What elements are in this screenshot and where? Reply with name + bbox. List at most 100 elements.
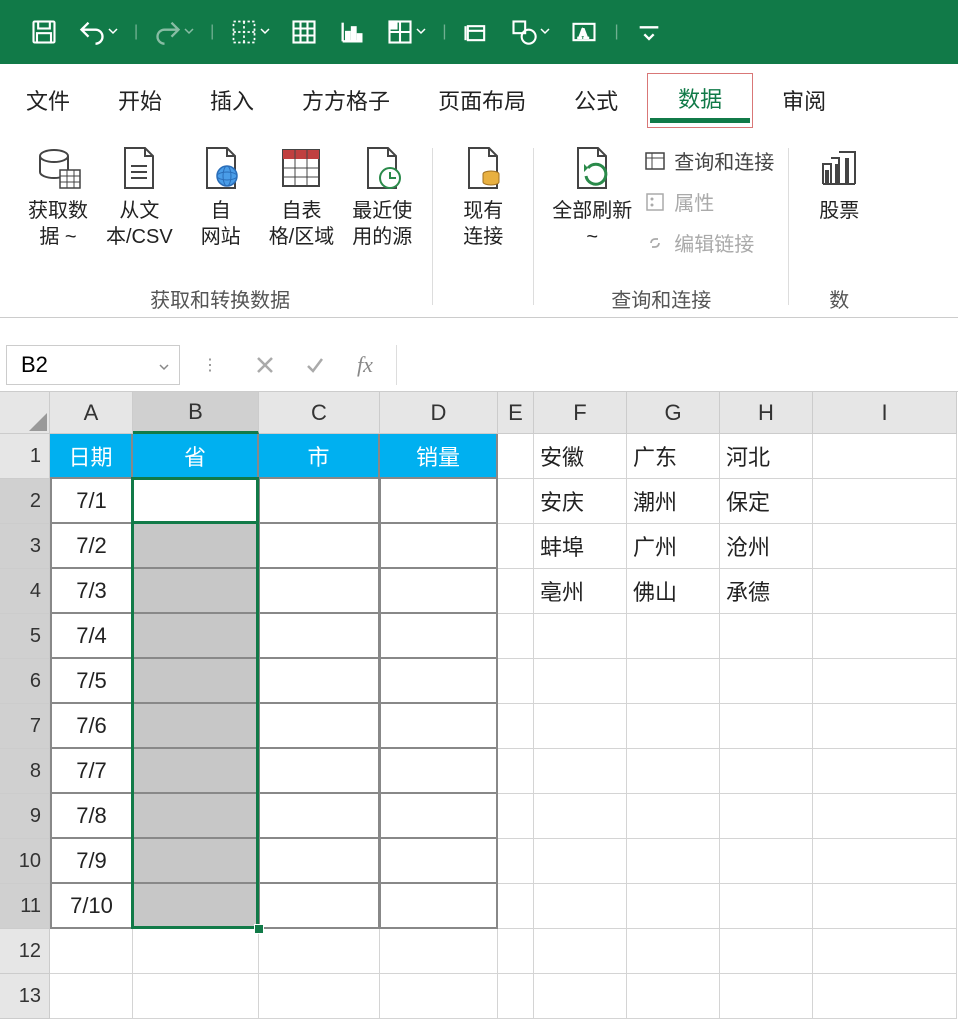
row-header-3[interactable]: 3 bbox=[0, 524, 50, 569]
cell-G8[interactable] bbox=[627, 749, 720, 794]
row-header-1[interactable]: 1 bbox=[0, 434, 50, 479]
redo-button[interactable] bbox=[148, 12, 200, 52]
cell-F1[interactable]: 安徽 bbox=[534, 434, 627, 479]
cell-H9[interactable] bbox=[720, 794, 813, 839]
cell-A11[interactable]: 7/10 bbox=[50, 884, 133, 929]
cell-G9[interactable] bbox=[627, 794, 720, 839]
cell-F12[interactable] bbox=[534, 929, 627, 974]
cell-H7[interactable] bbox=[720, 704, 813, 749]
cell-C11[interactable] bbox=[259, 884, 380, 929]
col-header-E[interactable]: E bbox=[498, 392, 534, 434]
cell-E2[interactable] bbox=[498, 479, 534, 524]
cell-B4[interactable] bbox=[133, 569, 259, 614]
tab-insert[interactable]: 插入 bbox=[206, 74, 258, 128]
cell-H12[interactable] bbox=[720, 929, 813, 974]
cell-C3[interactable] bbox=[259, 524, 380, 569]
cell-D4[interactable] bbox=[380, 569, 498, 614]
row-header-11[interactable]: 11 bbox=[0, 884, 50, 929]
cell-F3[interactable]: 蚌埠 bbox=[534, 524, 627, 569]
cell-H10[interactable] bbox=[720, 839, 813, 884]
cell-G6[interactable] bbox=[627, 659, 720, 704]
cell-A13[interactable] bbox=[50, 974, 133, 1019]
cell-A3[interactable]: 7/2 bbox=[50, 524, 133, 569]
properties-button[interactable]: 属性 bbox=[644, 187, 774, 216]
cell-B7[interactable] bbox=[133, 704, 259, 749]
cell-I7[interactable] bbox=[813, 704, 957, 749]
cell-A8[interactable]: 7/7 bbox=[50, 749, 133, 794]
cell-F8[interactable] bbox=[534, 749, 627, 794]
col-header-D[interactable]: D bbox=[380, 392, 498, 434]
cell-I11[interactable] bbox=[813, 884, 957, 929]
cell-I12[interactable] bbox=[813, 929, 957, 974]
cell-G4[interactable]: 佛山 bbox=[627, 569, 720, 614]
cell-H2[interactable]: 保定 bbox=[720, 479, 813, 524]
cell-D8[interactable] bbox=[380, 749, 498, 794]
row-header-10[interactable]: 10 bbox=[0, 839, 50, 884]
save-button[interactable] bbox=[24, 12, 64, 52]
cell-D12[interactable] bbox=[380, 929, 498, 974]
tab-formula[interactable]: 公式 bbox=[570, 74, 622, 128]
cell-I8[interactable] bbox=[813, 749, 957, 794]
row-header-6[interactable]: 6 bbox=[0, 659, 50, 704]
queries-connections-button[interactable]: 查询和连接 bbox=[644, 146, 774, 175]
cell-I3[interactable] bbox=[813, 524, 957, 569]
cell-D10[interactable] bbox=[380, 839, 498, 884]
from-web-button[interactable]: 自 网站 bbox=[185, 140, 257, 254]
cell-E4[interactable] bbox=[498, 569, 534, 614]
cell-I6[interactable] bbox=[813, 659, 957, 704]
table-button[interactable] bbox=[284, 12, 324, 52]
cell-C4[interactable] bbox=[259, 569, 380, 614]
textbox-button[interactable]: A bbox=[564, 12, 604, 52]
cell-F7[interactable] bbox=[534, 704, 627, 749]
cell-E12[interactable] bbox=[498, 929, 534, 974]
cell-G13[interactable] bbox=[627, 974, 720, 1019]
cell-E13[interactable] bbox=[498, 974, 534, 1019]
stocks-button[interactable]: 股票 bbox=[803, 140, 875, 228]
cell-B9[interactable] bbox=[133, 794, 259, 839]
tab-fangfang[interactable]: 方方格子 bbox=[298, 74, 394, 128]
cell-D11[interactable] bbox=[380, 884, 498, 929]
col-header-B[interactable]: B bbox=[133, 392, 259, 434]
cell-D2[interactable] bbox=[380, 479, 498, 524]
col-header-G[interactable]: G bbox=[627, 392, 720, 434]
cell-C9[interactable] bbox=[259, 794, 380, 839]
cell-F10[interactable] bbox=[534, 839, 627, 884]
cell-C2[interactable] bbox=[259, 479, 380, 524]
cell-I2[interactable] bbox=[813, 479, 957, 524]
existing-connections-button[interactable]: 现有 连接 bbox=[447, 140, 519, 254]
cell-G1[interactable]: 广东 bbox=[627, 434, 720, 479]
fx-button[interactable]: fx bbox=[340, 352, 390, 378]
cell-F9[interactable] bbox=[534, 794, 627, 839]
borders-button[interactable] bbox=[224, 12, 276, 52]
cell-H5[interactable] bbox=[720, 614, 813, 659]
cell-A6[interactable]: 7/5 bbox=[50, 659, 133, 704]
name-box[interactable]: B2 bbox=[6, 345, 180, 385]
cell-E1[interactable] bbox=[498, 434, 534, 479]
row-header-8[interactable]: 8 bbox=[0, 749, 50, 794]
col-header-A[interactable]: A bbox=[50, 392, 133, 434]
cell-E8[interactable] bbox=[498, 749, 534, 794]
cell-E6[interactable] bbox=[498, 659, 534, 704]
pivot-button[interactable] bbox=[380, 12, 432, 52]
cell-G2[interactable]: 潮州 bbox=[627, 479, 720, 524]
row-header-4[interactable]: 4 bbox=[0, 569, 50, 614]
cell-E7[interactable] bbox=[498, 704, 534, 749]
cell-C10[interactable] bbox=[259, 839, 380, 884]
cell-H11[interactable] bbox=[720, 884, 813, 929]
cell-I4[interactable] bbox=[813, 569, 957, 614]
cell-A7[interactable]: 7/6 bbox=[50, 704, 133, 749]
cell-E10[interactable] bbox=[498, 839, 534, 884]
cell-H8[interactable] bbox=[720, 749, 813, 794]
cell-A5[interactable]: 7/4 bbox=[50, 614, 133, 659]
undo-button[interactable] bbox=[72, 12, 124, 52]
cell-H1[interactable]: 河北 bbox=[720, 434, 813, 479]
cell-D6[interactable] bbox=[380, 659, 498, 704]
cell-E11[interactable] bbox=[498, 884, 534, 929]
cancel-button[interactable] bbox=[240, 354, 290, 376]
cell-C5[interactable] bbox=[259, 614, 380, 659]
cell-I9[interactable] bbox=[813, 794, 957, 839]
cell-B12[interactable] bbox=[133, 929, 259, 974]
cell-E9[interactable] bbox=[498, 794, 534, 839]
row-header-13[interactable]: 13 bbox=[0, 974, 50, 1019]
from-table-button[interactable]: 自表 格/区域 bbox=[265, 140, 339, 254]
